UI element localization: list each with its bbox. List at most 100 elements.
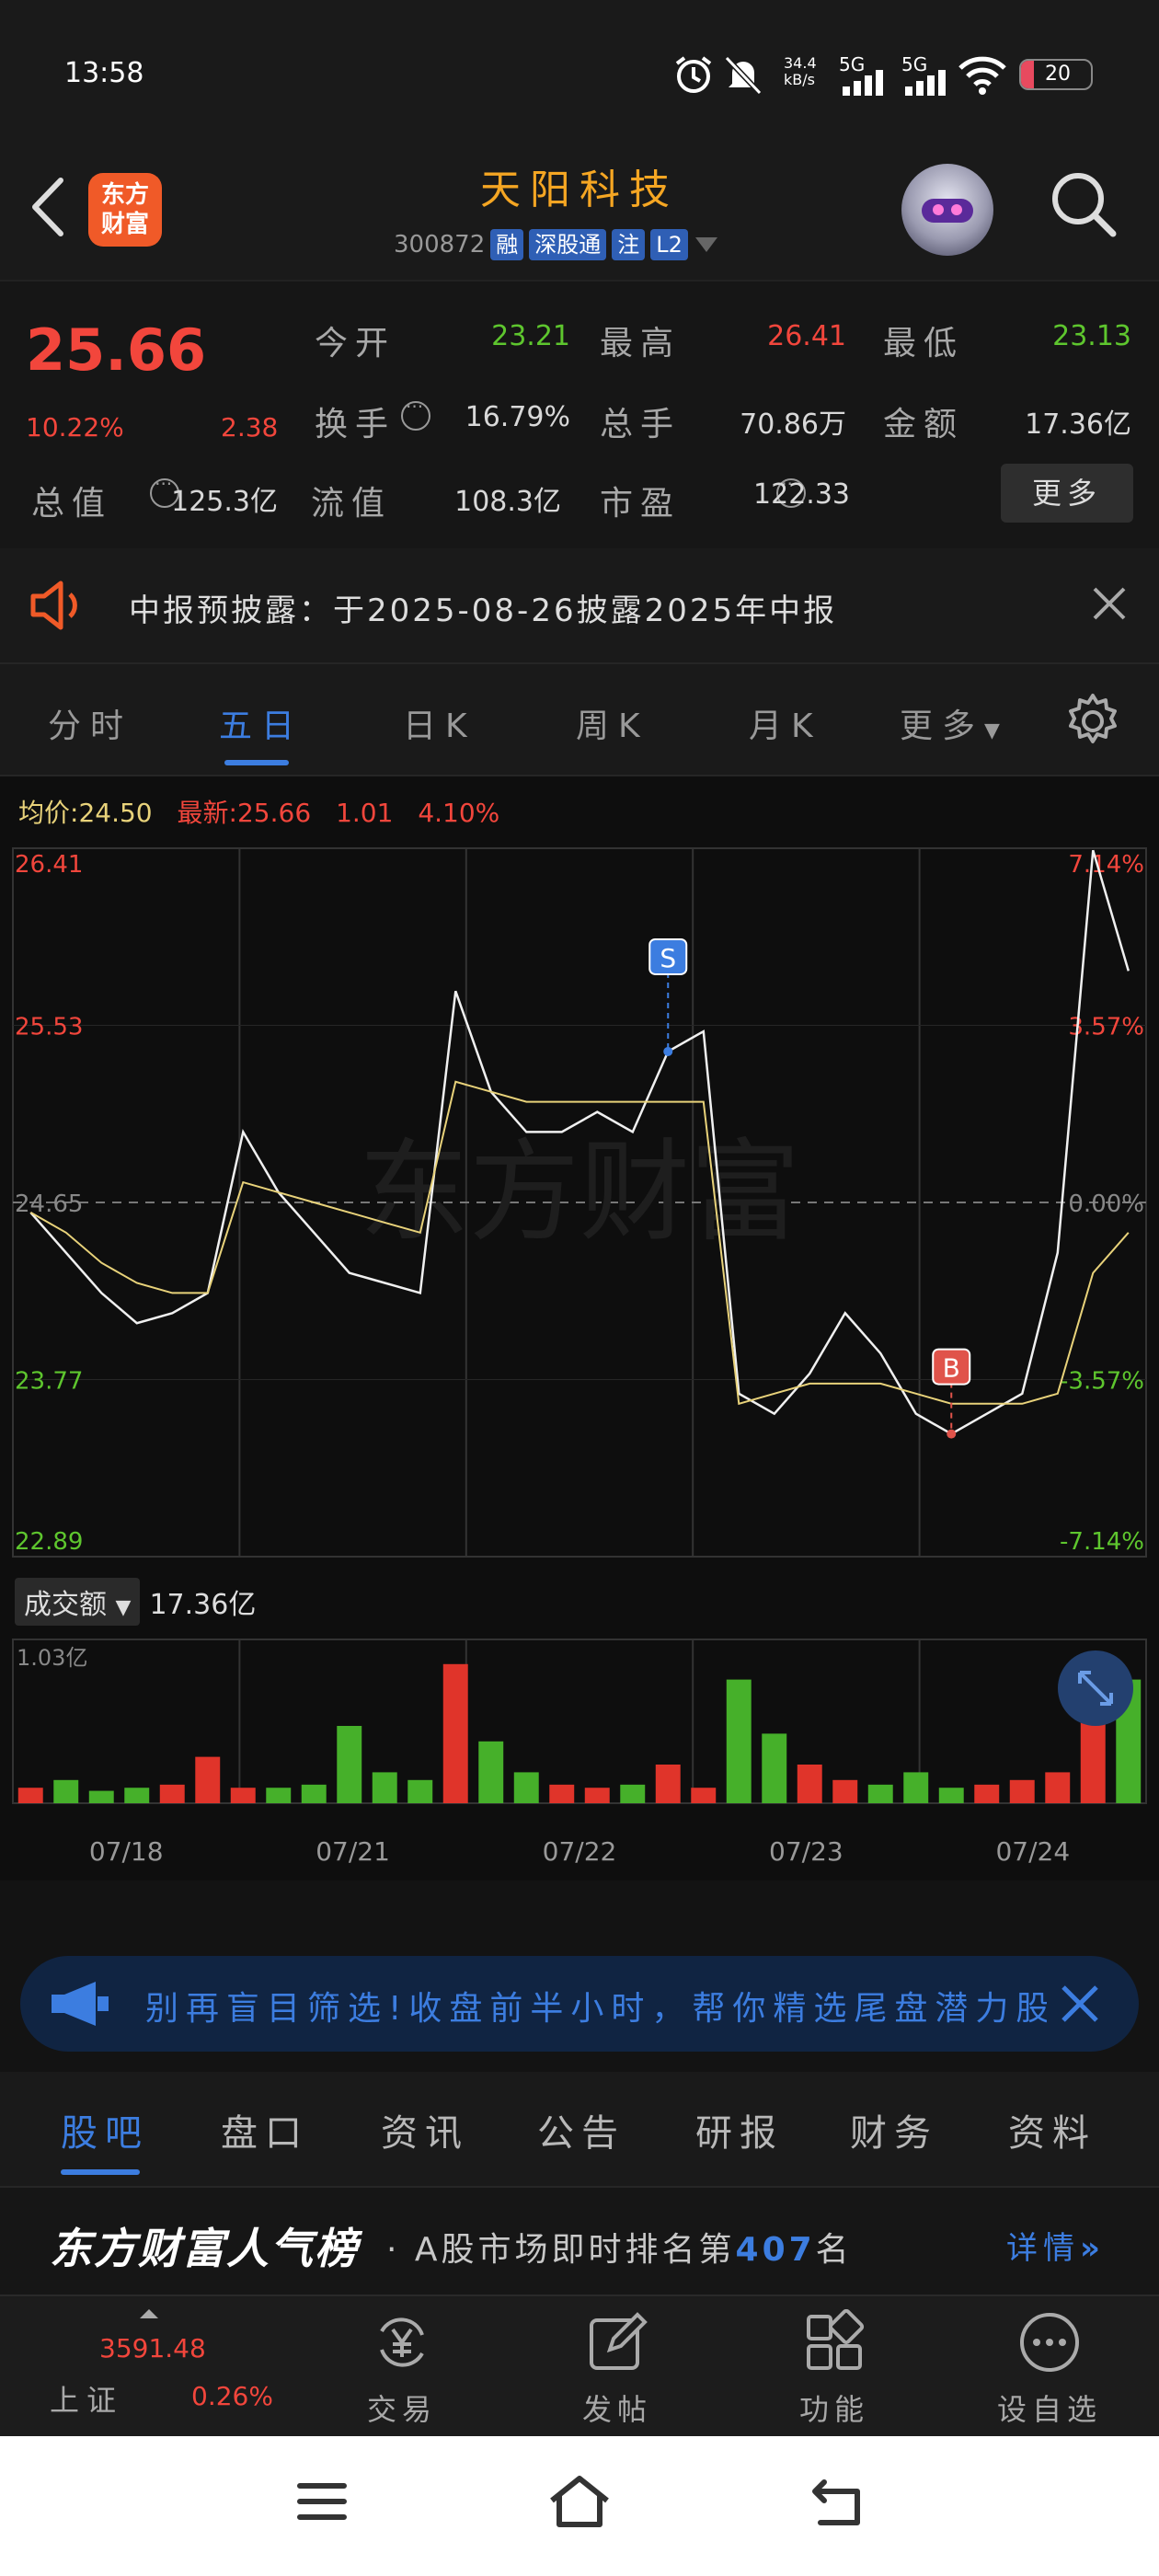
turnover-info-icon[interactable] (401, 396, 430, 431)
expand-icon[interactable] (1058, 1650, 1133, 1726)
popularity-detail-link[interactable]: 详情» (1006, 2223, 1106, 2268)
promo-text: 别再盲目筛选!收盘前半小时，帮你精选尾盘潜力股 (145, 1990, 1047, 2028)
watermark: 东方财富 (359, 1129, 800, 1257)
notice-bar[interactable]: 中报预披露：于2025-08-26披露2025年中报 (0, 548, 1159, 662)
double-chevron-right-icon: » (1080, 2230, 1106, 2267)
nav-add-watchlist[interactable]: 设自选 (990, 2309, 1109, 2429)
tab-more-label: 更多 (900, 707, 985, 745)
tab-news[interactable]: 资讯 (381, 2103, 469, 2156)
up-triangle-icon (140, 2309, 158, 2318)
tab-order-book[interactable]: 盘口 (221, 2103, 309, 2156)
popularity-prefix: · A股市场即时排名第 (386, 2231, 736, 2269)
active-sub-tab-indicator (61, 2169, 140, 2175)
signal-icon (843, 70, 883, 96)
popularity-ranking-bar[interactable]: 东方财富人气榜 · A股市场即时排名第407名 详情» (0, 2186, 1159, 2294)
tab-monthly-k[interactable]: 月K (749, 699, 822, 747)
tab-daily-k[interactable]: 日K (403, 699, 476, 747)
assistant-robot-avatar[interactable] (901, 164, 993, 256)
change-amount: 2.38 (221, 412, 279, 443)
volume-label: 总手 (600, 406, 682, 443)
stock-code: 300872 (394, 231, 486, 259)
volume-bar (478, 1741, 504, 1803)
search-icon[interactable] (1047, 167, 1120, 241)
l2-tag: L2 (650, 229, 688, 260)
index-name[interactable]: 上证 (50, 2377, 123, 2420)
latest-value: 25.66 (236, 798, 312, 828)
menu-icon[interactable] (296, 2478, 348, 2524)
edit-icon (590, 2312, 648, 2370)
y-tick-left: 24.65 (15, 1190, 83, 1218)
volume-bar (230, 1788, 256, 1803)
volume-bar (655, 1765, 681, 1803)
tab-weekly-k[interactable]: 周K (576, 699, 649, 747)
dropdown-triangle-icon[interactable] (694, 236, 719, 254)
market-cap-label: 总值 (31, 485, 113, 523)
bottom-nav: 3591.48 上证 0.26% 交易 发帖 功能 设自选 (0, 2294, 1159, 2436)
gear-icon[interactable] (1063, 692, 1122, 751)
volume-bar (1009, 1779, 1035, 1803)
stock-code-row[interactable]: 300872 融 深股通 注 L2 (394, 226, 719, 263)
info-tabs: 股吧 盘口 资讯 公告 研报 财务 资料 (0, 2072, 1159, 2186)
y-tick-right: -7.14% (1060, 1528, 1144, 1556)
tab-forum[interactable]: 股吧 (61, 2103, 149, 2156)
battery-percent: 20 (1045, 63, 1071, 86)
x-tick-label: 07/23 (769, 1836, 843, 1867)
volume-chart[interactable]: 1.03亿 07/18 07/21 07/22 07/23 07/24 (0, 1632, 1159, 1873)
volume-bar (620, 1784, 646, 1803)
price-chart[interactable]: 东方财富 26.41 25.53 24.65 23.77 22.89 7.14% 3.57% 0… (0, 839, 1159, 1566)
app-logo[interactable]: 东方 财富 (88, 173, 162, 247)
avg-label: 均价 (18, 798, 71, 828)
amount-value: 17.36亿 (1025, 408, 1131, 441)
tab-intraday[interactable]: 分时 (48, 699, 132, 747)
more-button[interactable]: 更多 (1001, 464, 1133, 523)
trade-marker-label: B (943, 1353, 960, 1384)
volume-bar (797, 1765, 822, 1803)
close-icon[interactable] (1060, 1984, 1100, 2024)
volume-indicator-select[interactable]: 成交额 ▼ (15, 1578, 141, 1626)
volume-bar (832, 1779, 858, 1803)
mute-bell-icon (724, 55, 763, 96)
volume-max-label: 1.03亿 (17, 1645, 87, 1671)
home-icon[interactable] (546, 2473, 613, 2528)
tab-announcements[interactable]: 公告 (537, 2103, 625, 2156)
pe-label: 市盈 (600, 485, 682, 523)
clock: 13:58 (64, 57, 144, 89)
nav-post[interactable]: 发帖 (557, 2309, 677, 2429)
high-value: 26.41 (767, 320, 846, 352)
y-tick-left: 25.53 (15, 1014, 83, 1041)
tab-more[interactable]: 更多▼ (900, 699, 1000, 747)
volume-indicator-label: 成交额 (24, 1589, 107, 1621)
low-label: 最低 (883, 325, 965, 362)
status-bar: 13:58 34.4 kB/s 5G 5G 20 (0, 0, 1159, 147)
wifi-icon (958, 56, 1006, 95)
promo-banner[interactable]: 别再盲目筛选!收盘前半小时，帮你精选尾盘潜力股 (20, 1956, 1139, 2052)
open-label: 今开 (315, 325, 396, 362)
trade-marker-point (663, 1046, 673, 1056)
volume-bar (266, 1788, 292, 1803)
nav-trade[interactable]: 交易 (342, 2309, 462, 2429)
nav-trade-label: 交易 (366, 2392, 437, 2427)
volume-bar (513, 1772, 539, 1803)
volume-bar (301, 1784, 327, 1803)
yen-cycle-icon (380, 2317, 424, 2367)
tab-five-day[interactable]: 五日 (219, 699, 304, 747)
chart-legend: 均价:24.50 最新:25.66 1.01 4.10% (18, 798, 500, 828)
latest-label: 最新 (177, 798, 229, 828)
tab-financials[interactable]: 财务 (850, 2103, 938, 2156)
tab-profile[interactable]: 资料 (1008, 2103, 1096, 2156)
tab-research[interactable]: 研报 (695, 2103, 784, 2156)
notice-text: 中报预披露：于2025-08-26披露2025年中报 (129, 592, 838, 629)
y-tick-right: 0.00% (1068, 1190, 1144, 1218)
x-tick-label: 07/22 (543, 1836, 617, 1867)
y-tick-right: 7.14% (1068, 851, 1144, 879)
market-cap-value: 125.3亿 (171, 486, 278, 518)
grid-icon (807, 2309, 865, 2370)
close-icon[interactable] (1091, 585, 1128, 622)
megaphone-icon (52, 1982, 109, 2026)
back-icon[interactable] (809, 2477, 868, 2528)
y-tick-left: 26.41 (15, 851, 83, 879)
x-tick-label: 07/18 (89, 1836, 164, 1867)
nav-functions[interactable]: 功能 (775, 2309, 894, 2429)
x-tick-label: 07/21 (316, 1836, 390, 1867)
back-arrow-icon[interactable] (26, 175, 68, 239)
